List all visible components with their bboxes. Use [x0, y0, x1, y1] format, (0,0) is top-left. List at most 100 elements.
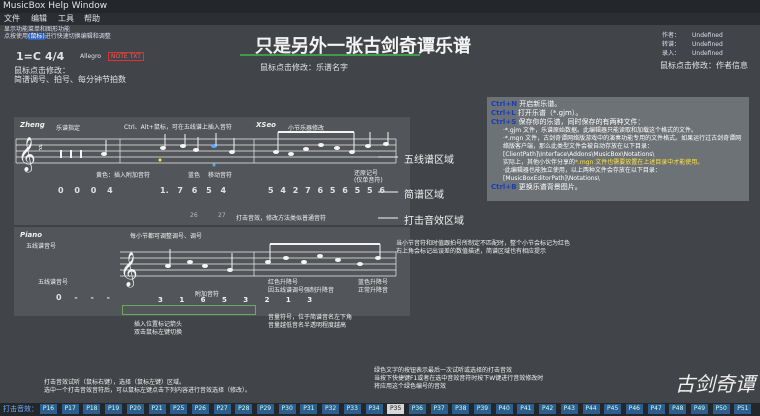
strike-key-p42[interactable]: P42: [539, 404, 557, 414]
piano-jianpu-row[interactable]: 3 1 6 5 3 2 1 3: [158, 296, 312, 304]
strike-key-p50[interactable]: P50: [712, 404, 730, 414]
jianpu-row-b[interactable]: 1. 7 6 5 4: [160, 186, 226, 195]
strike-key-p33[interactable]: P33: [343, 404, 361, 414]
jianpu-c-9: 5: [367, 186, 373, 195]
shortcut-help-box: Ctrl+N 开启新乐谱。 Ctrl+L 打开乐谱（*.gjm）。 Ctrl+S…: [487, 97, 749, 201]
jianpu-row-a[interactable]: 0 0 0 4: [58, 186, 113, 195]
jianpu-a-3: 0: [90, 186, 97, 195]
jianpu-c-6: 5: [329, 186, 336, 195]
piano-num-7: 1: [285, 296, 291, 304]
strike-key-p47[interactable]: P47: [647, 404, 665, 414]
strike-key-p26[interactable]: P26: [191, 404, 209, 414]
share-note-b: *.mgn 文件也需要放置在上述目录中才能使用。: [575, 159, 704, 166]
insert-hint-2: 双击鼠标左键切换: [134, 329, 183, 336]
strike-key-p46[interactable]: P46: [625, 404, 643, 414]
treble-clef-icon: 𝄞: [18, 137, 36, 173]
strike-key-p32[interactable]: P32: [322, 404, 340, 414]
piano-num-5: 3: [243, 296, 249, 304]
strike-key-p51[interactable]: P51: [734, 404, 752, 414]
strike-key-p25[interactable]: P25: [170, 404, 188, 414]
strike-key-p35[interactable]: P35: [387, 404, 405, 414]
jianpu-c-8: 5: [354, 186, 361, 195]
piano-num-2: 1: [179, 296, 185, 304]
track-xiao-label[interactable]: XSeo: [256, 121, 276, 129]
key-sharp-icon: ♯: [38, 143, 43, 154]
strike-key-p38[interactable]: P38: [452, 404, 470, 414]
piano-rest-3: -: [90, 293, 94, 302]
strike-num-2[interactable]: 27: [218, 212, 226, 219]
sharp-blue-hint-2: 正常升降音: [358, 287, 389, 294]
strike-key-p30[interactable]: P30: [278, 404, 296, 414]
strike-key-p43[interactable]: P43: [560, 404, 578, 414]
restore-hint: 还原记号 (仅单音符): [354, 170, 383, 184]
top-staff-notes: [60, 131, 389, 167]
red-bar-note-2: 右上角会标记出误差的数值描述，简谱区域也有相应提示: [396, 248, 547, 255]
strike-key-p17[interactable]: P17: [61, 404, 79, 414]
strike-key-p48[interactable]: P48: [669, 404, 687, 414]
insert-marker-box: [122, 305, 256, 315]
blue-hint: 蓝色: [188, 172, 201, 179]
key-ctrl-n: Ctrl+N: [491, 100, 518, 108]
strike-key-p21[interactable]: P21: [148, 404, 166, 414]
jianpu-a-1: 0: [58, 186, 64, 195]
octave-hint-2: 音量越低音名半透明程度越高: [268, 322, 347, 329]
strike-key-p20[interactable]: P20: [126, 404, 144, 414]
piano-num-8: 3: [307, 296, 313, 304]
track-piano-label[interactable]: Piano: [20, 231, 42, 239]
strike-key-p16[interactable]: P16: [40, 404, 57, 414]
strike-key-p39[interactable]: P39: [474, 404, 491, 414]
strike-key-p28[interactable]: P28: [235, 404, 253, 414]
jianpu-c-10: 6: [379, 186, 385, 195]
jianpu-c-1: 5: [268, 186, 274, 195]
piano-rest-1: 0: [56, 293, 62, 302]
editor-path: [MusicBoxEditorPath]\Notations\: [503, 175, 600, 182]
strike-key-p31[interactable]: P31: [300, 404, 318, 414]
strike-key-p27[interactable]: P27: [213, 404, 231, 414]
strike-key-p41[interactable]: P41: [517, 404, 535, 414]
strike-key-p49[interactable]: P49: [691, 404, 708, 414]
strike-bar-label: 打击音效：: [3, 405, 38, 413]
jianpu-c-2: 4: [280, 186, 286, 195]
jianpu-b-3: 6: [191, 186, 198, 195]
share-note-a: 实际上，其他小伙伴分享的: [503, 159, 576, 166]
jianpu-a-2: 0: [74, 186, 80, 195]
move-hint: 移动音符: [208, 172, 233, 179]
jianpu-c-5: 6: [317, 186, 324, 195]
bottom-right-note-3: 将应用这个绿色编号的音效: [374, 383, 447, 390]
bottom-note-2: 选中一个打击音效音符后，可以鼠标左键点击下列内容进行音效选择（修改）。: [44, 387, 252, 394]
staff-lines-top: [15, 138, 397, 164]
piano-rest-4: -: [106, 293, 110, 302]
ctrl-l-text: 打开乐谱（*.gjm）。: [517, 109, 583, 117]
score-drawing: 𝄞 ♯ 𝄞: [15, 131, 398, 288]
track-zheng-label[interactable]: Zheng: [20, 121, 45, 129]
strike-key-p40[interactable]: P40: [495, 404, 513, 414]
jianpu-c-7: 6: [342, 186, 348, 195]
strike-key-p44[interactable]: P44: [582, 404, 600, 414]
piano-num-1: 3: [158, 296, 163, 304]
xiao-hint: 小节乐器修改: [288, 125, 325, 132]
key-ctrl-b: Ctrl+B: [491, 183, 517, 191]
strike-key-p18[interactable]: P18: [83, 404, 101, 414]
piano-num-6: 2: [264, 296, 270, 304]
key-ctrl-l: Ctrl+L: [491, 109, 516, 117]
strike-key-p36[interactable]: P36: [408, 404, 426, 414]
jianpu-b-2: 7: [177, 186, 183, 195]
piano-rest-row[interactable]: 0 - - -: [56, 293, 110, 302]
mgn-desc: ·*.mgn 文件，古剑奇谭网络版游戏中的演奏功能专用的文件格式。如果运行过古剑…: [503, 135, 742, 150]
piano-num-3: 6: [200, 296, 206, 304]
strike-key-p34[interactable]: P34: [365, 404, 383, 414]
strike-key-p19[interactable]: P19: [105, 404, 123, 414]
strike-key-p45[interactable]: P45: [604, 404, 622, 414]
ctrl-hint: Ctrl、Alt+鼠标，可在五线谱上插入音符: [124, 124, 232, 131]
jianpu-area-label: 简谱区域: [404, 190, 444, 201]
jianpu-row-c[interactable]: 5 4 2 7 6 5 6 5 5 6: [268, 186, 385, 195]
strike-key-p37[interactable]: P37: [430, 404, 448, 414]
jianpu-c-4: 7: [305, 186, 311, 195]
sharp-red-hint-2: 因五线谱调号强制升降音: [268, 287, 335, 294]
client-path: [ClientPath]\Interface\Addons\MusicBox\N…: [503, 151, 655, 158]
treble-clef-icon-2: 𝄞: [120, 252, 138, 288]
jianpu-hint: 五线谱音号: [38, 279, 69, 286]
strike-key-p29[interactable]: P29: [257, 404, 274, 414]
key-ctrl-s: Ctrl+S: [491, 118, 517, 126]
strike-num-1[interactable]: 26: [190, 212, 198, 219]
